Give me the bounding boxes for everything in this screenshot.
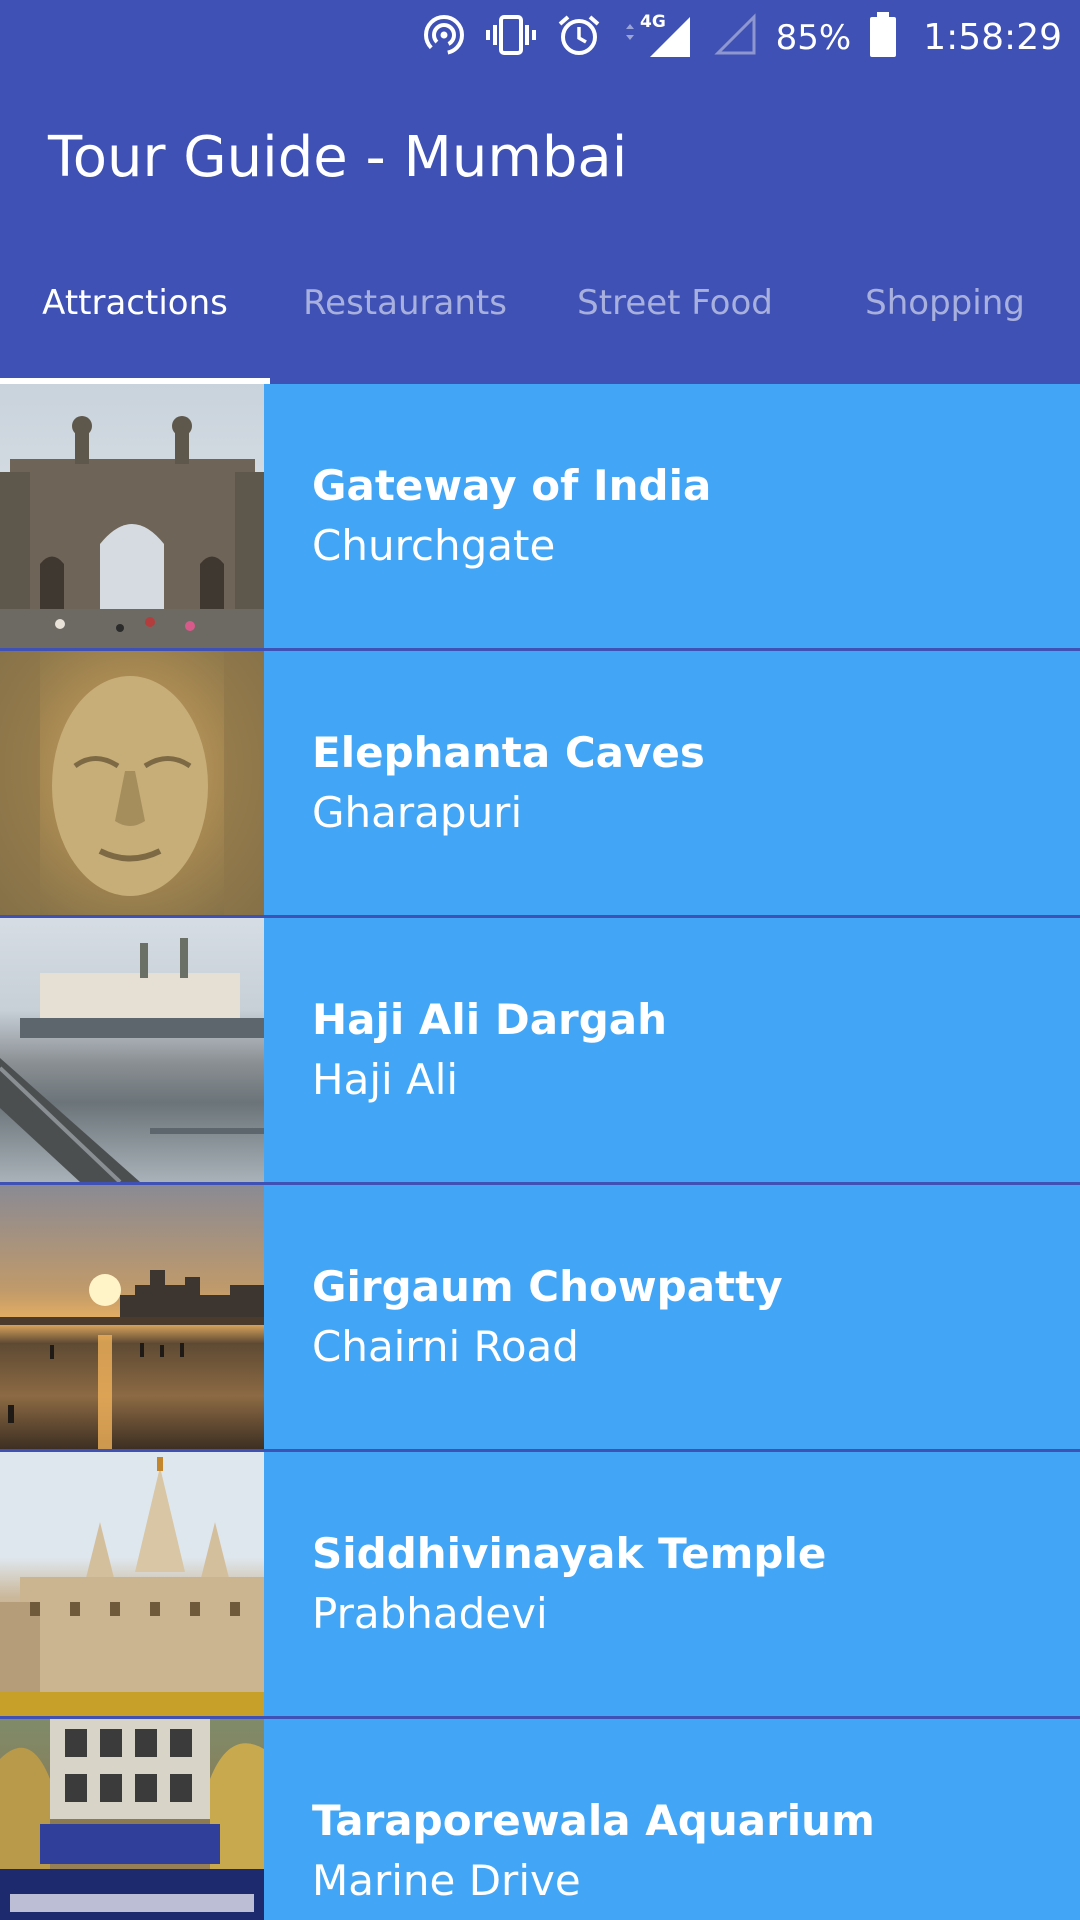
item-title: Haji Ali Dargah <box>312 995 668 1044</box>
haji-ali-dargah-image <box>0 918 264 1182</box>
siddhivinayak-temple-image <box>0 1452 264 1716</box>
tab-shopping[interactable]: Shopping <box>810 234 1080 384</box>
item-subtitle: Marine Drive <box>312 1856 581 1905</box>
list-item[interactable]: Elephanta Caves Gharapuri <box>0 651 1080 915</box>
girgaum-chowpatty-image <box>0 1185 264 1449</box>
tab-restaurants[interactable]: Restaurants <box>270 234 540 384</box>
item-subtitle: Prabhadevi <box>312 1589 548 1638</box>
hotspot-icon <box>422 13 466 62</box>
vibrate-icon <box>484 13 538 62</box>
status-bar: 4G 85% 1:58:29 <box>0 0 1080 75</box>
battery-percentage: 85% <box>775 17 852 58</box>
list-item[interactable]: Gateway of India Churchgate <box>0 384 1080 648</box>
item-title: Siddhivinayak Temple <box>312 1529 827 1578</box>
elephanta-caves-image <box>0 651 264 915</box>
status-icons: 4G 85% 1:58:29 <box>422 0 1062 75</box>
item-title: Gateway of India <box>312 461 712 510</box>
gateway-of-india-image <box>0 384 264 648</box>
signal-4g-icon: 4G <box>620 9 696 66</box>
list-item[interactable]: Siddhivinayak Temple Prabhadevi <box>0 1452 1080 1716</box>
network-type-label: 4G <box>640 12 666 32</box>
signal-empty-icon <box>714 13 758 62</box>
tab-attractions[interactable]: Attractions <box>0 234 270 384</box>
battery-icon <box>869 12 897 63</box>
item-subtitle: Gharapuri <box>312 788 523 837</box>
list-item[interactable]: Taraporewala Aquarium Marine Drive <box>0 1719 1080 1920</box>
taraporewala-aquarium-image <box>0 1719 264 1920</box>
tab-bar: Attractions Restaurants Street Food Shop… <box>0 234 1080 384</box>
app-bar: Tour Guide - Mumbai <box>0 75 1080 234</box>
alarm-icon <box>556 12 602 63</box>
app-title: Tour Guide - Mumbai <box>48 125 628 190</box>
clock: 1:58:29 <box>923 17 1062 58</box>
item-subtitle: Churchgate <box>312 521 556 570</box>
attractions-list[interactable]: Gateway of India Churchgate Elephanta Ca… <box>0 384 1080 1920</box>
item-title: Girgaum Chowpatty <box>312 1262 783 1311</box>
item-subtitle: Haji Ali <box>312 1055 459 1104</box>
item-subtitle: Chairni Road <box>312 1322 579 1371</box>
item-title: Elephanta Caves <box>312 728 705 777</box>
list-item[interactable]: Girgaum Chowpatty Chairni Road <box>0 1185 1080 1449</box>
list-item[interactable]: Haji Ali Dargah Haji Ali <box>0 918 1080 1182</box>
tab-street-food[interactable]: Street Food <box>540 234 810 384</box>
item-title: Taraporewala Aquarium <box>312 1796 875 1845</box>
